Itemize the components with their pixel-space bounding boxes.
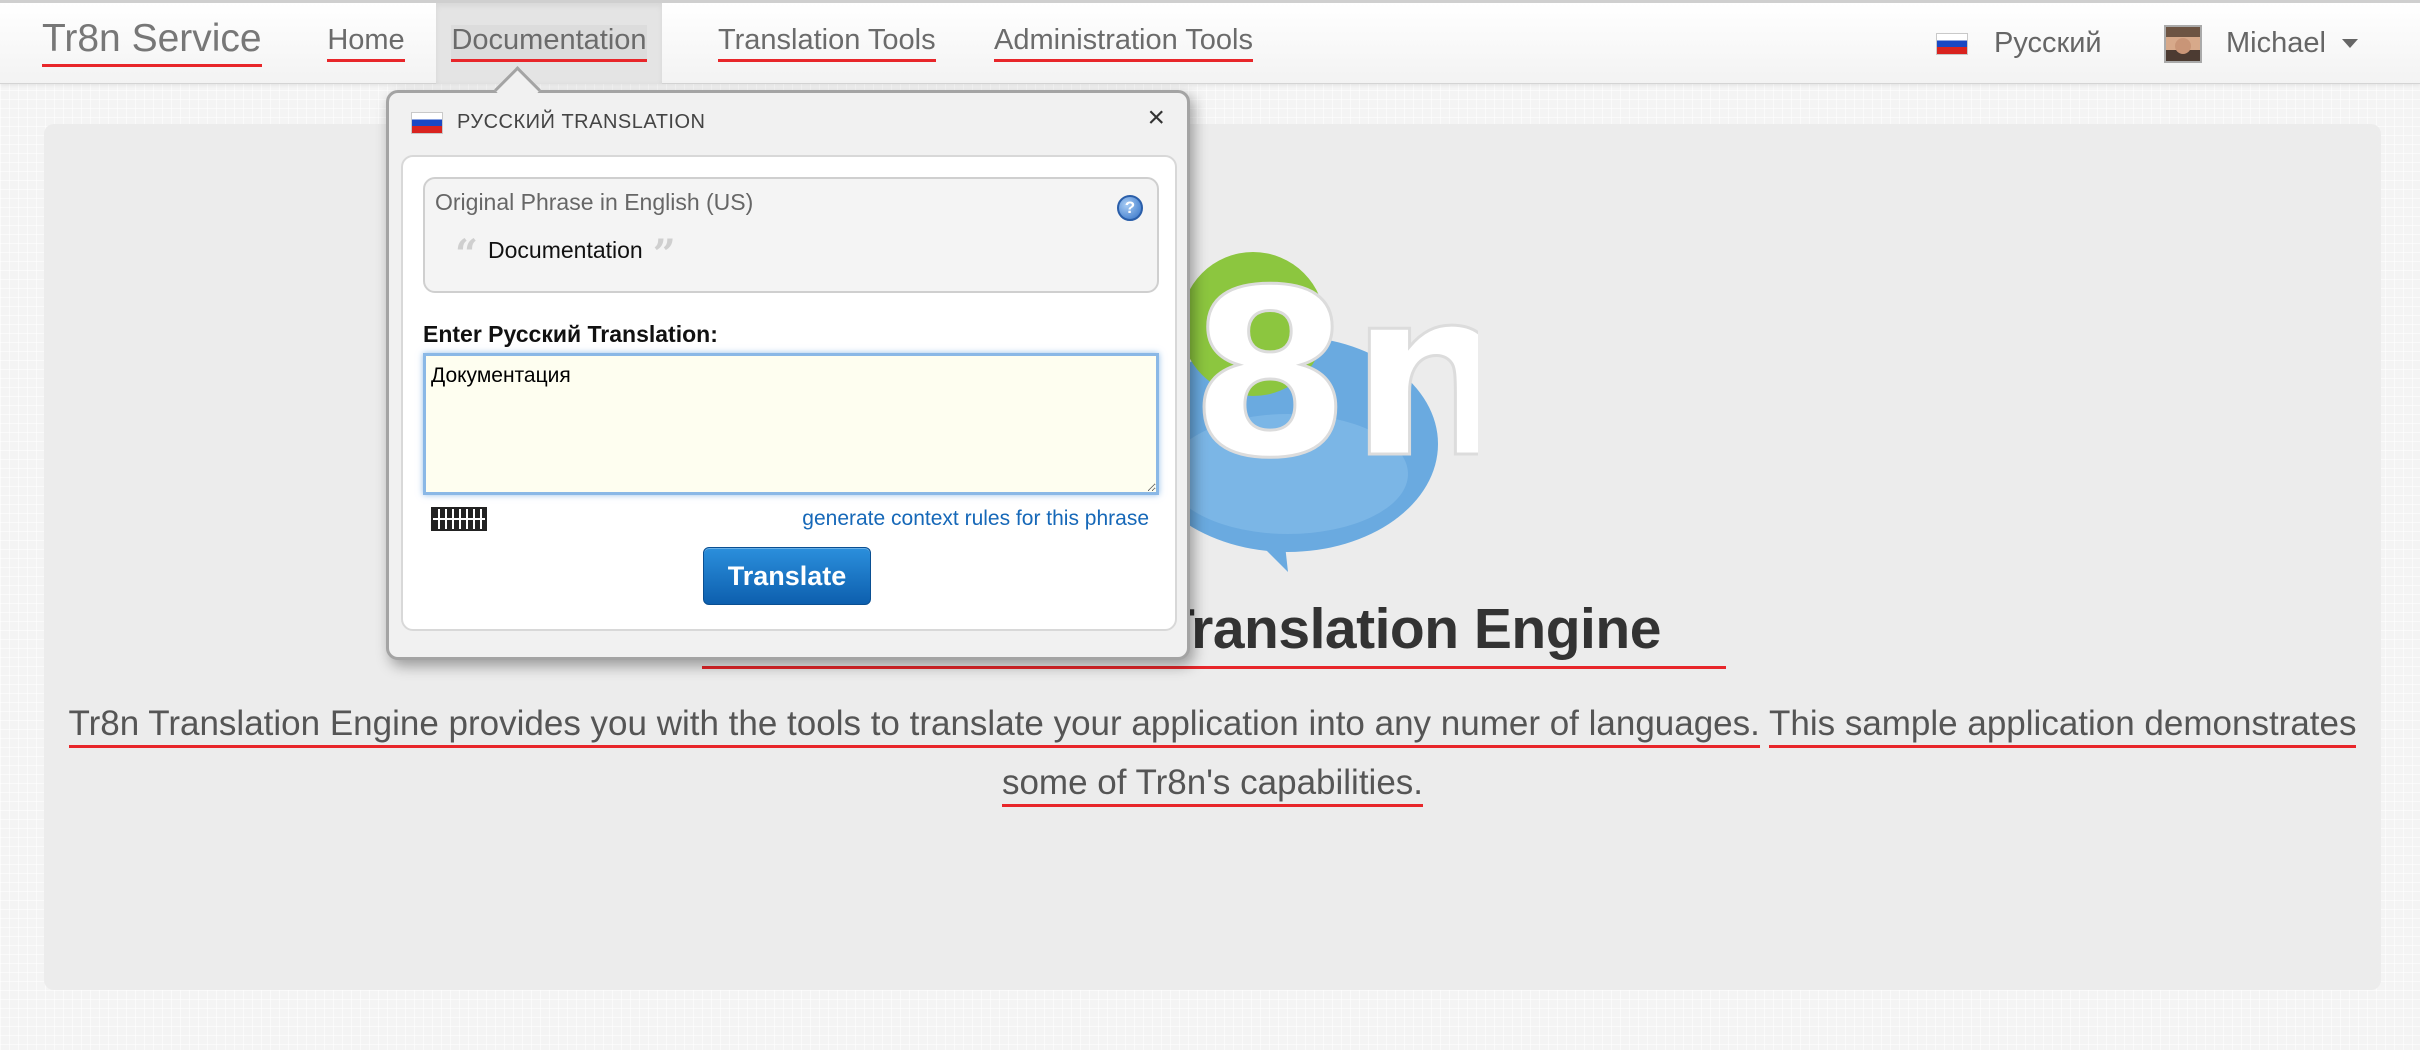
close-quote-icon: ” bbox=[652, 231, 676, 278]
close-icon[interactable]: × bbox=[1147, 103, 1165, 133]
popup-title: РУССКИЙ TRANSLATION bbox=[457, 111, 706, 133]
original-phrase: “ Documentation ” bbox=[455, 231, 676, 278]
russia-flag-icon bbox=[1936, 32, 1968, 55]
logo-text: 8n bbox=[1190, 242, 1478, 509]
nav-item-translation-tools[interactable]: Translation Tools bbox=[718, 3, 936, 84]
top-navbar: Tr8n Service Home Documentation Translat… bbox=[0, 0, 2420, 84]
original-phrase-text: Documentation bbox=[488, 237, 643, 263]
hero-description: Tr8n Translation Engine provides you wit… bbox=[44, 694, 2381, 812]
nav-item-documentation[interactable]: Documentation bbox=[436, 3, 662, 84]
caret-down-icon[interactable] bbox=[2341, 39, 2358, 48]
user-name[interactable]: Michael bbox=[2226, 27, 2326, 60]
nav-translation-tools-label[interactable]: Translation Tools bbox=[718, 24, 936, 63]
translate-button[interactable]: Translate bbox=[703, 547, 871, 605]
generate-context-rules-link[interactable]: generate context rules for this phrase bbox=[802, 507, 1149, 531]
original-phrase-box: Original Phrase in English (US) ? “ Docu… bbox=[423, 177, 1159, 293]
russia-flag-icon bbox=[411, 111, 443, 134]
translation-input[interactable]: Документация bbox=[423, 353, 1159, 495]
user-menu[interactable]: Michael bbox=[2164, 3, 2358, 84]
nav-item-administration-tools[interactable]: Administration Tools bbox=[994, 3, 1253, 84]
avatar[interactable] bbox=[2164, 24, 2202, 63]
popup-header: РУССКИЙ TRANSLATION bbox=[411, 111, 705, 134]
language-selector[interactable]: Русский bbox=[1936, 3, 2102, 84]
brand-link[interactable]: Tr8n Service bbox=[42, 19, 262, 67]
help-icon[interactable]: ? bbox=[1117, 195, 1143, 221]
nav-administration-tools-label[interactable]: Administration Tools bbox=[994, 24, 1253, 63]
popup-body: Original Phrase in English (US) ? “ Docu… bbox=[401, 155, 1177, 631]
open-quote-icon: “ bbox=[455, 231, 479, 278]
translation-popup: РУССКИЙ TRANSLATION × Original Phrase in… bbox=[386, 66, 1190, 660]
hero-description-part1: Tr8n Translation Engine provides you wit… bbox=[68, 704, 1760, 748]
hero-title-underline bbox=[702, 666, 1726, 669]
hero-title: Translation Engine bbox=[1160, 597, 1661, 661]
nav-home-label[interactable]: Home bbox=[327, 24, 405, 63]
language-label[interactable]: Русский bbox=[1994, 27, 2102, 60]
keyboard-icon[interactable] bbox=[431, 507, 487, 531]
original-phrase-label: Original Phrase in English (US) bbox=[435, 189, 754, 215]
nav-item-home[interactable]: Home bbox=[298, 3, 434, 84]
nav-documentation-label[interactable]: Documentation bbox=[451, 24, 647, 63]
translation-label: Enter Русский Translation: bbox=[423, 321, 718, 347]
